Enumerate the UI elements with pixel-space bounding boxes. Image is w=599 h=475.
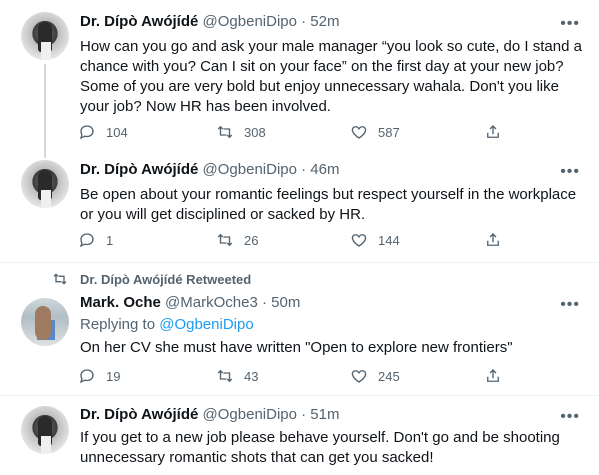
thread-connector	[44, 64, 46, 158]
avatar[interactable]	[21, 160, 69, 208]
like-button[interactable]: 144	[350, 230, 400, 250]
replying-to-handle[interactable]: @OgbeniDipo	[159, 316, 253, 333]
retweet-count: 308	[244, 124, 266, 140]
author-name[interactable]: Dr. Dípò Awójídé	[80, 161, 198, 178]
retweet-button[interactable]: 26	[216, 230, 258, 250]
tweet-header: Dr. Dípò Awójídé @OgbeniDipo · 52m	[80, 12, 340, 32]
tweet-text: How can you go and ask your male manager…	[80, 38, 582, 115]
author-handle[interactable]: @MarkOche3 · 50m	[165, 294, 300, 311]
reply-icon	[79, 233, 94, 248]
retweet-icon	[217, 233, 233, 247]
retweet-button[interactable]: 308	[216, 122, 266, 142]
share-icon	[487, 233, 499, 246]
tweet-header: Mark. Oche @MarkOche3 · 50m	[80, 293, 300, 313]
retweeted-by[interactable]: Dr. Dípò Awójídé Retweeted	[52, 271, 251, 287]
author-handle[interactable]: @OgbeniDipo · 46m	[203, 161, 340, 178]
reply-button[interactable]: 19	[78, 366, 120, 386]
author-handle[interactable]: @OgbeniDipo · 51m	[203, 406, 340, 423]
tweet-header: Dr. Dípò Awójídé @OgbeniDipo · 51m	[80, 405, 340, 425]
reply-count: 1	[106, 232, 114, 248]
reply-count: 19	[106, 368, 121, 384]
avatar[interactable]	[21, 298, 69, 346]
retweet-icon	[53, 273, 67, 285]
reply-icon	[79, 125, 94, 140]
tweet-actions: 1 26 144	[70, 230, 530, 250]
tweet-header: Dr. Dípò Awójídé @OgbeniDipo · 46m	[80, 160, 340, 180]
author-handle[interactable]: @OgbeniDipo · 52m	[203, 13, 340, 30]
heart-icon	[351, 234, 367, 247]
tweet[interactable]: Dr. Dípò Awójídé @OgbeniDipo · 52m ••• H…	[0, 0, 599, 158]
reply-icon	[79, 369, 94, 384]
retweet-icon	[217, 369, 233, 383]
share-button[interactable]	[484, 366, 512, 386]
reply-button[interactable]: 104	[78, 122, 128, 142]
share-icon	[487, 125, 499, 138]
divider	[0, 262, 599, 263]
avatar[interactable]	[21, 12, 69, 60]
retweet-button[interactable]: 43	[216, 366, 258, 386]
share-icon	[487, 369, 499, 382]
more-options-icon[interactable]: •••	[560, 164, 580, 180]
share-button[interactable]	[484, 230, 512, 250]
author-name[interactable]: Dr. Dípò Awójídé	[80, 406, 198, 423]
more-options-icon[interactable]: •••	[560, 297, 580, 313]
like-button[interactable]: 587	[350, 122, 400, 142]
tweet-actions: 104 308 587	[70, 122, 530, 142]
replying-to-label: Replying to	[80, 316, 156, 333]
tweet-text: Be open about your romantic feelings but…	[80, 186, 577, 223]
heart-icon	[351, 126, 367, 139]
tweet[interactable]: Mark. Oche @MarkOche3 · 50m ••• Replying…	[0, 290, 599, 400]
tweet[interactable]: Dr. Dípò Awójídé @OgbeniDipo · 46m ••• B…	[0, 150, 599, 260]
author-name[interactable]: Mark. Oche	[80, 294, 161, 311]
retweet-icon	[217, 125, 233, 139]
heart-icon	[351, 370, 367, 383]
like-button[interactable]: 245	[350, 366, 400, 386]
retweet-count: 43	[244, 368, 259, 384]
more-options-icon[interactable]: •••	[560, 409, 580, 425]
tweet-text: On her CV she must have written "Open to…	[80, 339, 513, 356]
like-count: 587	[378, 124, 400, 140]
tweet[interactable]: Dr. Dípò Awójídé @OgbeniDipo · 51m ••• I…	[0, 396, 599, 475]
reply-button[interactable]: 1	[78, 230, 113, 250]
like-count: 144	[378, 232, 400, 248]
retweeted-by-label: Dr. Dípò Awójídé Retweeted	[80, 271, 252, 287]
more-options-icon[interactable]: •••	[560, 16, 580, 32]
avatar[interactable]	[21, 406, 69, 454]
replying-to: Replying to @OgbeniDipo	[80, 315, 254, 335]
tweet-actions: 19 43 245	[70, 366, 530, 386]
author-name[interactable]: Dr. Dípò Awójídé	[80, 13, 198, 30]
reply-count: 104	[106, 124, 128, 140]
like-count: 245	[378, 368, 400, 384]
timeline: Dr. Dípò Awójídé @OgbeniDipo · 52m ••• H…	[0, 0, 599, 475]
tweet-text: If you get to a new job please behave yo…	[80, 429, 560, 466]
retweet-count: 26	[244, 232, 259, 248]
share-button[interactable]	[484, 122, 512, 142]
